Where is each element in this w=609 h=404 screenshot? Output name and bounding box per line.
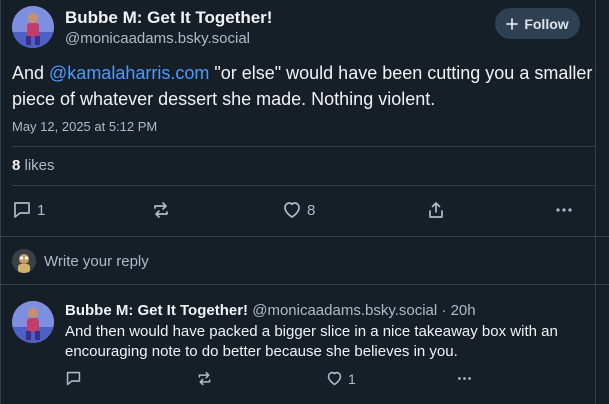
author-handle[interactable]: @monicaadams.bsky.social <box>65 30 250 47</box>
section-divider <box>0 236 609 237</box>
reply-more-options-button[interactable] <box>456 370 473 387</box>
post-timestamp[interactable]: May 12, 2025 at 5:12 PM <box>12 119 157 134</box>
plus-icon <box>506 17 519 30</box>
reply-separator: · <box>441 302 447 319</box>
author-avatar[interactable] <box>12 6 54 48</box>
likes-count: 8 <box>12 157 21 174</box>
more-dots-icon <box>456 370 473 387</box>
reply-button[interactable]: 1 <box>12 200 45 220</box>
section-divider <box>0 284 609 285</box>
reply-repost-button[interactable] <box>196 370 213 387</box>
share-button[interactable] <box>426 200 446 220</box>
divider <box>12 185 595 186</box>
reply-header: Bubbe M: Get It Together! @monicaadams.b… <box>65 302 476 319</box>
reply-author-avatar[interactable] <box>12 301 54 343</box>
heart-icon <box>326 370 343 387</box>
likes-label: likes <box>24 157 55 174</box>
like-count: 8 <box>307 201 316 219</box>
mention-link[interactable]: @kamalaharris.com <box>49 63 209 83</box>
like-button[interactable]: 8 <box>282 200 315 220</box>
follow-label: Follow <box>524 15 569 32</box>
repost-icon <box>151 200 171 220</box>
share-icon <box>426 200 446 220</box>
more-options-button[interactable] <box>554 200 574 220</box>
reply-text: And then would have packed a bigger slic… <box>65 323 558 360</box>
post-text-before: And <box>12 63 50 83</box>
left-border <box>0 0 1 404</box>
heart-icon <box>282 200 302 220</box>
repost-button[interactable] <box>151 200 171 220</box>
reply-input-placeholder[interactable]: Write your reply <box>44 253 149 270</box>
reply-author-name[interactable]: Bubbe M: Get It Together! <box>65 302 248 319</box>
likes-summary[interactable]: 8 likes <box>12 157 55 174</box>
reply-author-handle[interactable]: @monicaadams.bsky.social <box>252 302 437 319</box>
reply-icon <box>65 370 82 387</box>
author-name[interactable]: Bubbe M: Get It Together! <box>65 8 272 28</box>
post-text: And @kamalaharris.com "or else" would ha… <box>12 60 597 112</box>
reply-reply-button[interactable] <box>65 370 82 387</box>
more-dots-icon <box>554 200 574 220</box>
follow-button[interactable]: Follow <box>495 8 580 39</box>
reply-like-count: 1 <box>348 370 356 387</box>
reply-count: 1 <box>37 201 46 219</box>
repost-icon <box>196 370 213 387</box>
reply-age[interactable]: 20h <box>451 302 476 319</box>
reply-icon <box>12 200 32 220</box>
my-avatar <box>12 249 36 273</box>
divider <box>12 146 595 147</box>
reply-like-button[interactable]: 1 <box>326 370 356 387</box>
